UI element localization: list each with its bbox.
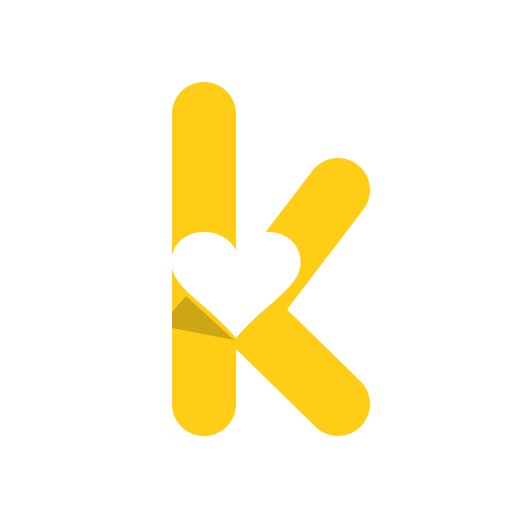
- k-lower-leg: [218, 286, 370, 436]
- k-heart-logo-icon: [171, 82, 370, 436]
- app-logo-canvas: [0, 0, 512, 512]
